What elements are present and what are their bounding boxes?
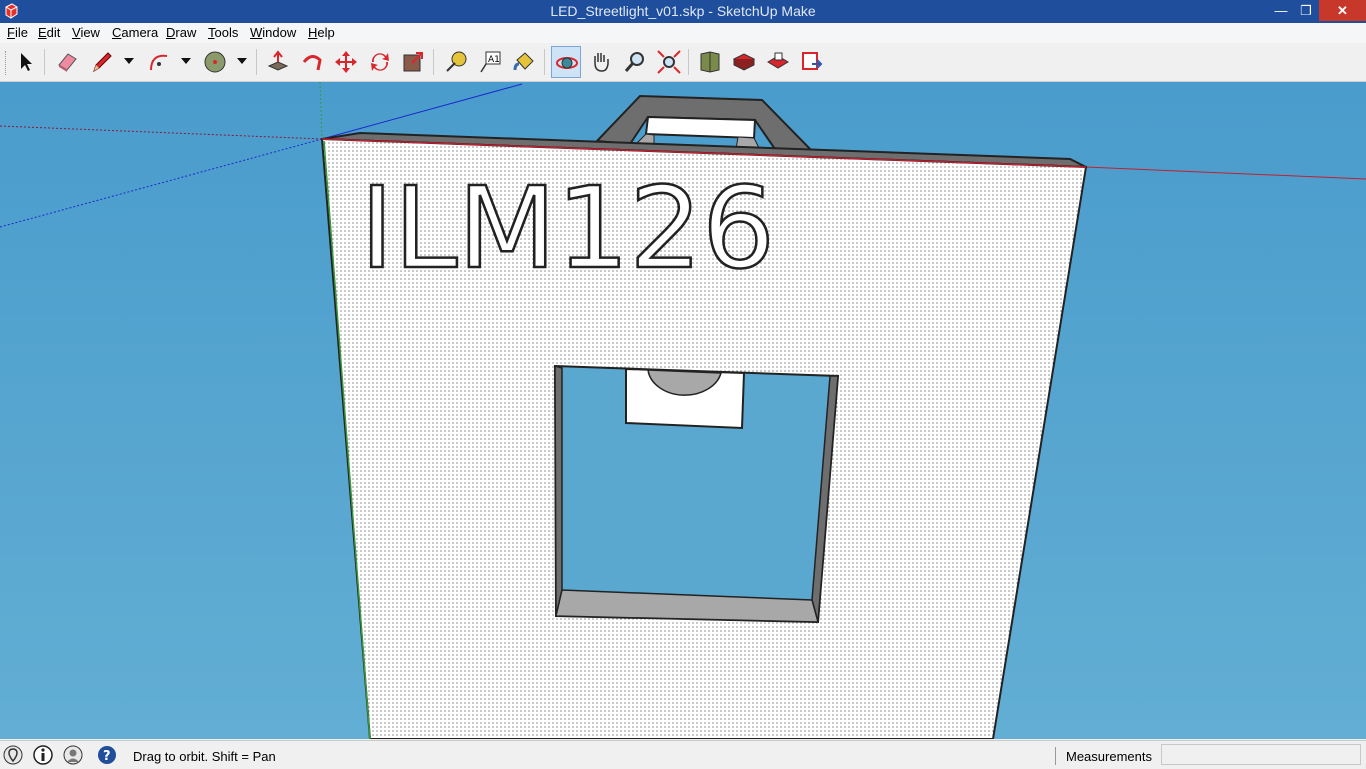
push-pull-tool-button[interactable] xyxy=(263,46,293,78)
circle-tool-button[interactable] xyxy=(200,46,230,78)
zoom-extents-icon xyxy=(657,50,681,74)
model-label-text: ILM126 xyxy=(360,164,775,294)
rotate-tool-button[interactable] xyxy=(365,46,395,78)
blue-axis-line xyxy=(321,83,523,140)
chevron-down-icon[interactable] xyxy=(124,57,134,65)
user-account-icon[interactable] xyxy=(63,745,83,765)
red-axis-dotted-line xyxy=(0,125,323,140)
orbit-icon xyxy=(556,57,578,69)
orbit-tool-button[interactable] xyxy=(551,46,581,78)
zoom-icon xyxy=(624,52,644,72)
move-icon xyxy=(335,51,357,73)
circle-icon xyxy=(204,51,226,73)
toolbar-separator xyxy=(44,49,45,75)
rotate-icon xyxy=(371,53,389,71)
scale-tool-button[interactable] xyxy=(398,46,428,78)
send-to-layout-icon xyxy=(802,52,823,70)
drawing-viewport[interactable]: ILM126 xyxy=(0,82,1366,739)
chevron-down-icon[interactable] xyxy=(181,57,191,65)
menu-edit[interactable]: Edit xyxy=(38,25,60,40)
maximize-button[interactable]: ❐ xyxy=(1293,0,1319,21)
measurements-label: Measurements xyxy=(1066,749,1152,764)
red-axis-line xyxy=(1084,166,1366,180)
measurements-input[interactable] xyxy=(1161,744,1361,765)
eraser-icon xyxy=(58,53,77,72)
blue-axis-dotted-line xyxy=(0,138,323,228)
share-model-button[interactable] xyxy=(763,46,793,78)
svg-text:?: ? xyxy=(103,749,111,764)
toolbar-grip[interactable] xyxy=(5,51,9,75)
zoom-tool-button[interactable] xyxy=(620,46,650,78)
toolbar-separator xyxy=(688,49,689,75)
handle-inner-face xyxy=(644,115,757,140)
pencil-icon xyxy=(93,52,112,73)
arc-icon xyxy=(150,54,168,71)
status-bar: ? Drag to orbit. Shift = Pan Measurement… xyxy=(0,740,1366,769)
menu-view[interactable]: View xyxy=(72,25,100,40)
window-title: LED_Streetlight_v01.skp - SketchUp Make xyxy=(550,3,816,19)
push-pull-icon xyxy=(267,50,289,71)
green-axis-dotted-line xyxy=(319,82,323,140)
model-canvas[interactable]: ILM126 xyxy=(0,82,1366,739)
pencil-tool-button[interactable] xyxy=(87,46,117,78)
eraser-tool-button[interactable] xyxy=(52,46,82,78)
text-icon: A1 xyxy=(480,51,501,73)
geo-location-icon[interactable] xyxy=(3,745,23,765)
arc-tool-button[interactable] xyxy=(144,46,174,78)
scale-icon xyxy=(403,52,423,72)
close-button[interactable]: ✕ xyxy=(1319,0,1366,21)
menu-camera[interactable]: Camera xyxy=(112,25,158,40)
toolbar-separator xyxy=(256,49,257,75)
title-bar: LED_Streetlight_v01.skp - SketchUp Make … xyxy=(0,0,1366,23)
toolbar-separator xyxy=(433,49,434,75)
main-toolbar: A1 xyxy=(0,43,1366,82)
svg-text:A1: A1 xyxy=(488,55,500,65)
minimize-button[interactable]: — xyxy=(1268,0,1294,21)
layout-icon xyxy=(767,52,789,69)
extension-warehouse-icon xyxy=(732,53,756,71)
get-models-button[interactable] xyxy=(695,46,725,78)
select-icon xyxy=(21,53,32,71)
menu-help[interactable]: Help xyxy=(308,25,335,40)
credits-icon[interactable] xyxy=(33,745,53,765)
menu-bar: File Edit View Camera Draw Tools Window … xyxy=(0,23,1366,43)
status-hint: Drag to orbit. Shift = Pan xyxy=(133,749,276,764)
menu-tools[interactable]: Tools xyxy=(208,25,238,40)
menu-window[interactable]: Window xyxy=(250,25,296,40)
chevron-down-icon[interactable] xyxy=(237,57,247,65)
follow-me-tool-button[interactable] xyxy=(297,46,327,78)
send-to-layout-button[interactable] xyxy=(797,46,827,78)
follow-me-icon xyxy=(302,55,322,71)
tape-measure-icon xyxy=(446,51,467,72)
toolbar-separator xyxy=(544,49,545,75)
window-left-wall xyxy=(554,365,563,617)
status-separator xyxy=(1055,747,1056,765)
select-tool-button[interactable] xyxy=(10,46,40,78)
zoom-extents-tool-button[interactable] xyxy=(654,46,684,78)
paint-bucket-tool-button[interactable] xyxy=(509,46,539,78)
3d-warehouse-icon xyxy=(700,51,720,73)
menu-file[interactable]: File xyxy=(7,25,28,40)
pan-tool-button[interactable] xyxy=(586,46,616,78)
move-tool-button[interactable] xyxy=(331,46,361,78)
pan-icon xyxy=(594,53,609,72)
help-icon[interactable]: ? xyxy=(97,745,117,765)
menu-draw[interactable]: Draw xyxy=(166,25,196,40)
extension-warehouse-button[interactable] xyxy=(729,46,759,78)
tape-measure-tool-button[interactable] xyxy=(441,46,471,78)
paint-bucket-icon xyxy=(513,52,534,71)
text-tool-button[interactable]: A1 xyxy=(475,46,505,78)
